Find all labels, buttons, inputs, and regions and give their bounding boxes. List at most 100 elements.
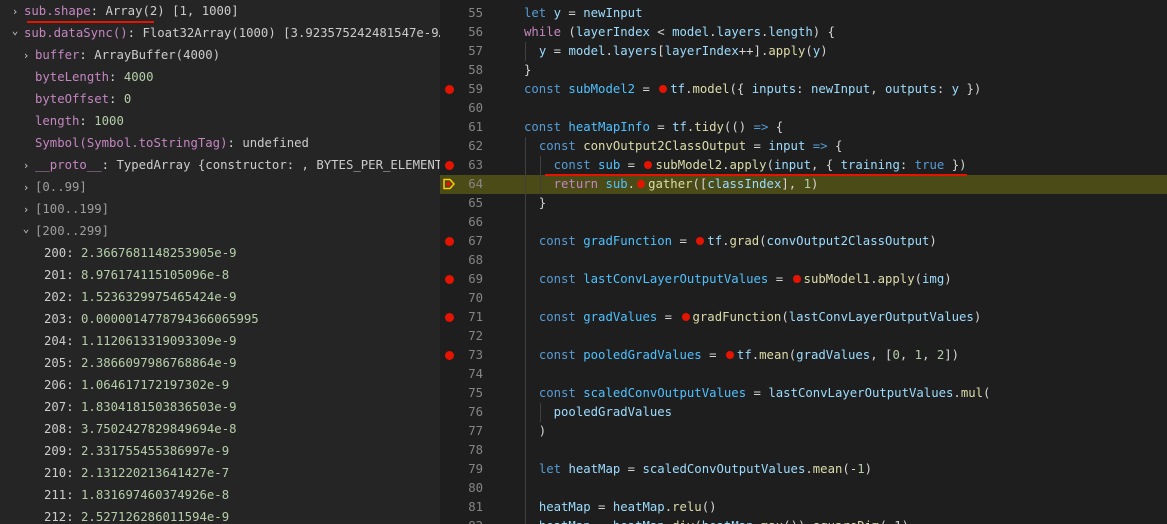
token: pooledGradValues [553, 405, 673, 419]
array-item[interactable]: 207: 1.8304181503836503e-9 [44, 396, 440, 418]
code-line[interactable]: 65 } [440, 194, 1167, 213]
token: const [538, 386, 584, 400]
prop-bytelength[interactable]: byteLength: 4000 [35, 66, 440, 88]
watch-sub-shape[interactable]: › sub.shape: Array(2) [1, 1000] [10, 0, 440, 22]
variable-name: 205 [44, 356, 67, 370]
indent-guide [525, 42, 526, 61]
code-line[interactable]: 72 [440, 327, 1167, 346]
token: apply [877, 272, 915, 286]
code-line[interactable]: 80 [440, 479, 1167, 498]
code-line[interactable]: 81 heatMap = heatMap.relu() [440, 498, 1167, 517]
token: . [664, 500, 673, 514]
code-line[interactable]: 66 [440, 213, 1167, 232]
code-line[interactable]: 70 [440, 289, 1167, 308]
variable-value: TypedArray {constructor: , BYTES_PER_ELE… [116, 158, 440, 172]
line-number: 77 [468, 424, 483, 438]
token: : [936, 82, 952, 96]
code-line[interactable]: 55 let y = newInput [440, 4, 1167, 23]
token: const [538, 234, 584, 248]
code-line[interactable]: 60 [440, 99, 1167, 118]
code-line[interactable]: 63 const sub = subModel2.apply(input, { … [440, 156, 1167, 175]
chevron-down-icon[interactable]: ⌄ [10, 22, 20, 42]
chevron-right-icon[interactable]: › [21, 155, 31, 176]
chevron-right-icon[interactable]: › [21, 199, 31, 220]
token: layerIndex [575, 25, 650, 39]
code-line[interactable]: 57 y = model.layers[layerIndex++].apply(… [440, 42, 1167, 61]
code-line[interactable]: 64 return sub. gather([classIndex], 1) [440, 175, 1167, 194]
array-item[interactable]: 204: 1.1120613319093309e-9 [44, 330, 440, 352]
chevron-down-icon[interactable]: ⌄ [21, 220, 31, 240]
token: const [538, 348, 584, 362]
code-line[interactable]: 68 [440, 251, 1167, 270]
watch-sub-datasync[interactable]: ⌄ sub.dataSync(): Float32Array(1000) [3.9… [10, 22, 440, 44]
code-line[interactable]: 78 [440, 441, 1167, 460]
prop-length[interactable]: length: 1000 [35, 110, 440, 132]
token: tf [670, 82, 686, 96]
array-item[interactable]: 206: 1.064617172197302e-9 [44, 374, 440, 396]
token: => [812, 139, 828, 153]
prop-byteoffset[interactable]: byteOffset: 0 [35, 88, 440, 110]
code-line[interactable]: 67 const gradFunction = tf.grad(convOutp… [440, 232, 1167, 251]
code-text: let y = newInput [524, 4, 642, 23]
token: ( [766, 158, 774, 172]
code-line[interactable]: 77 ) [440, 422, 1167, 441]
chevron-right-icon[interactable]: › [21, 177, 31, 198]
array-item[interactable]: 208: 3.7502427829849694e-8 [44, 418, 440, 440]
token: newInput [810, 82, 871, 96]
array-item[interactable]: 209: 2.331755455386997e-9 [44, 440, 440, 462]
variable-value: 1.5236329975465424e-9 [81, 290, 237, 304]
code-line[interactable]: 58} [440, 61, 1167, 80]
token: ) [864, 462, 873, 476]
token: mean [759, 348, 789, 362]
code-line[interactable]: 76 pooledGradValues [440, 403, 1167, 422]
array-item[interactable]: 200: 2.3667681148253905e-9 [44, 242, 440, 264]
prop-proto[interactable]: › __proto__: TypedArray {constructor: , B… [21, 154, 440, 176]
range-group[interactable]: › [100..199] [21, 198, 440, 220]
array-item[interactable]: 202: 1.5236329975465424e-9 [44, 286, 440, 308]
inline-breakpoint-icon[interactable] [681, 312, 690, 321]
array-item[interactable]: 201: 8.976174115105096e-8 [44, 264, 440, 286]
code-line[interactable]: 56 while (layerIndex < model.layers.lengt… [440, 23, 1167, 42]
range-group[interactable]: › [0..99] [21, 176, 440, 198]
variables-panel: › sub.shape: Array(2) [1, 1000] ⌄ sub.dataS… [0, 0, 440, 524]
inline-breakpoint-icon[interactable] [696, 236, 705, 245]
token: img [922, 272, 945, 286]
separator: : [66, 466, 82, 480]
line-number: 74 [468, 367, 483, 381]
variable-value: Array(2) [1, 1000] [105, 4, 239, 18]
inline-breakpoint-icon[interactable] [637, 179, 646, 188]
token: subModel2 [655, 158, 723, 172]
array-item[interactable]: 212: 2.527126286011594e-9 [44, 506, 440, 524]
inline-breakpoint-icon[interactable] [644, 160, 653, 169]
array-item[interactable]: 210: 2.131220213641427e-7 [44, 462, 440, 484]
variable-value: 0 [123, 92, 132, 106]
array-item[interactable]: 205: 2.3866097986768864e-9 [44, 352, 440, 374]
code-line[interactable]: 61 const heatMapInfo = tf.tidy(() => { [440, 118, 1167, 137]
array-item[interactable]: 203: 0.0000014778794366065995 [44, 308, 440, 330]
inline-breakpoint-icon[interactable] [725, 350, 734, 359]
code-editor[interactable]: 55 let y = newInput 56 while (layerIndex < … [440, 0, 1167, 524]
code-line[interactable]: 59 const subModel2 = tf.model({ inputs: n… [440, 80, 1167, 99]
prop-symbolsymboltostringtag[interactable]: Symbol(Symbol.toStringTag): undefined [35, 132, 440, 154]
prop-buffer[interactable]: › buffer: ArrayBuffer(4000) [21, 44, 440, 66]
token: y [951, 82, 960, 96]
code-line[interactable]: 71 const gradValues = gradFunction(lastC… [440, 308, 1167, 327]
code-line[interactable]: 62 const convOutput2ClassOutput = input … [440, 137, 1167, 156]
token: = [657, 310, 680, 324]
range-group[interactable]: ⌄ [200..299] [21, 220, 440, 242]
inline-breakpoint-icon[interactable] [659, 84, 668, 93]
code-line[interactable]: 79 let heatMap = scaledConvOutputValues.… [440, 460, 1167, 479]
chevron-right-icon[interactable]: › [21, 45, 31, 66]
chevron-right-icon[interactable]: › [10, 1, 20, 22]
code-line[interactable]: 82 heatMap = heatMap.div(heatMap.max()).… [440, 517, 1167, 524]
code-line[interactable]: 73 const pooledGradValues = tf.mean(grad… [440, 346, 1167, 365]
token: layers [612, 44, 658, 58]
code-line[interactable]: 69 const lastConvLayerOutputValues = sub… [440, 270, 1167, 289]
variable-value: 1000 [94, 114, 124, 128]
code-line[interactable]: 75 const scaledConvOutputValues = lastCo… [440, 384, 1167, 403]
inline-breakpoint-icon[interactable] [792, 274, 801, 283]
array-item[interactable]: 211: 1.831697460374926e-8 [44, 484, 440, 506]
code-line[interactable]: 74 [440, 365, 1167, 384]
variable-name: 210 [44, 466, 67, 480]
